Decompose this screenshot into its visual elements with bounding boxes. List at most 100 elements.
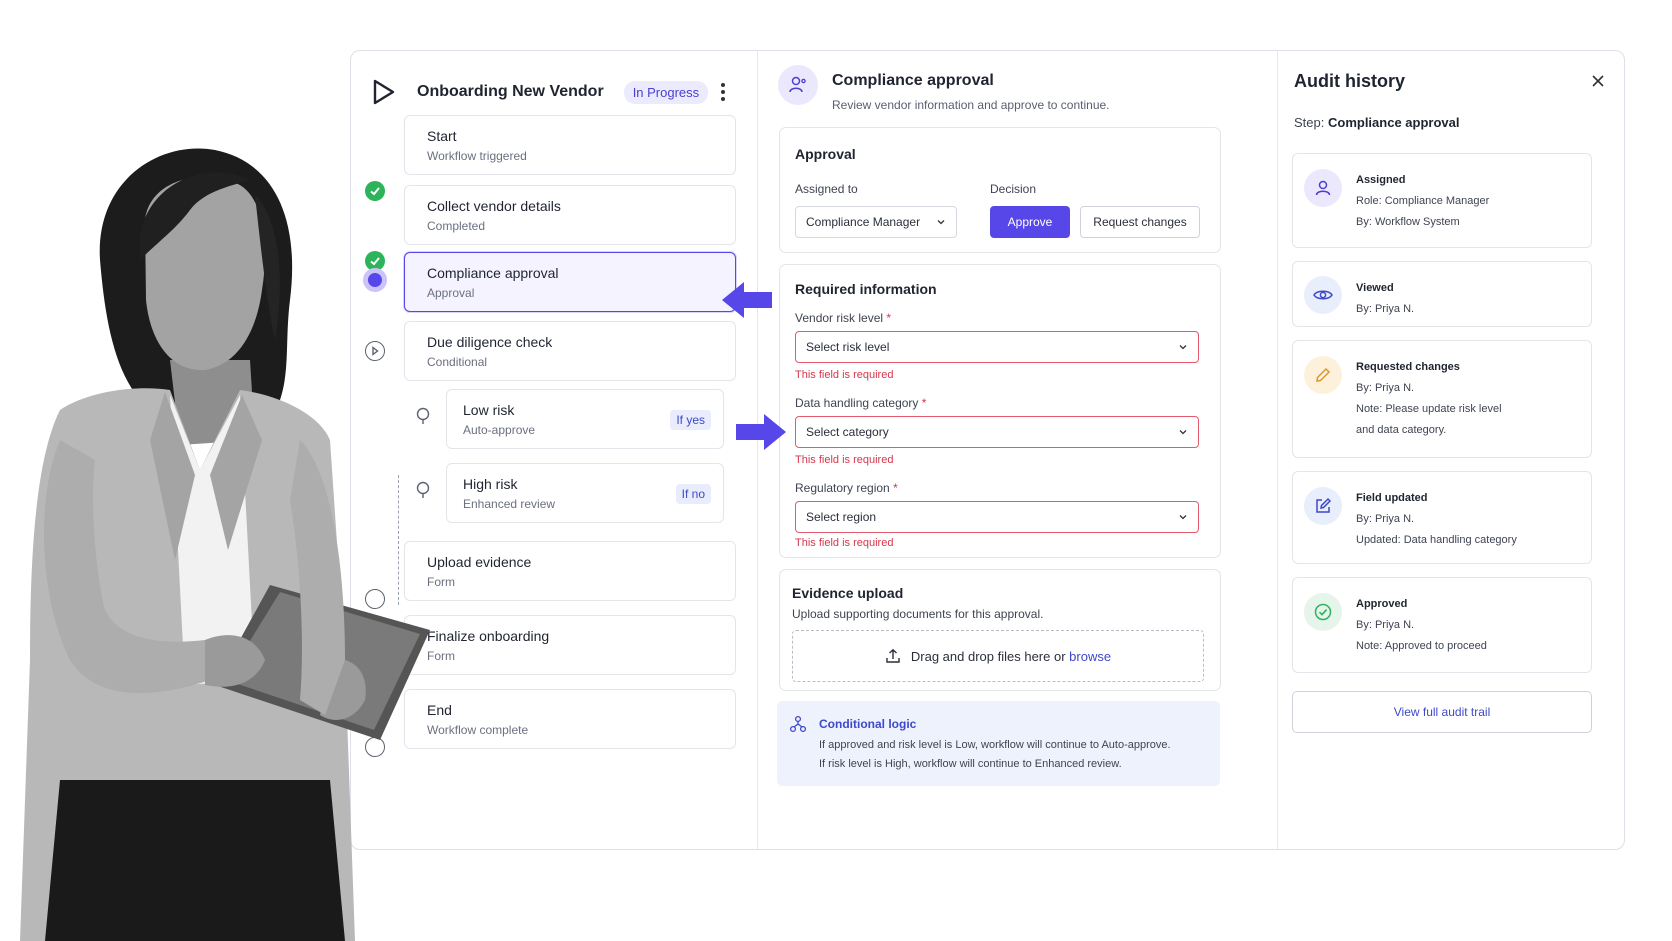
file-dropzone[interactable]: Drag and drop files here or browse	[792, 630, 1204, 682]
event-title: Approved	[1356, 598, 1408, 610]
check-circle-icon	[1304, 593, 1342, 631]
logic-title: Conditional logic	[819, 717, 917, 731]
event-line: Note: Please update risk level	[1356, 403, 1502, 415]
field-label-text: Data handling category	[795, 396, 919, 410]
audit-step-label: Step:	[1294, 115, 1325, 130]
detail-header: Compliance approval Review vendor inform…	[778, 65, 1110, 112]
risk-level-error: This field is required	[795, 369, 894, 381]
audit-event-approved: Approved By: Priya N. Note: Approved to …	[1292, 577, 1592, 673]
required-info-title: Required information	[795, 281, 937, 297]
event-line: By: Priya N.	[1356, 303, 1415, 315]
step-title: Collect vendor details	[427, 198, 561, 214]
step-subtitle: Workflow triggered	[427, 149, 527, 163]
data-category-placeholder: Select category	[806, 425, 889, 439]
data-category-error: This field is required	[795, 454, 894, 466]
step-subtitle: Form	[427, 649, 455, 663]
step-title: Upload evidence	[427, 554, 532, 570]
region-placeholder: Select region	[806, 510, 877, 524]
audit-step-value: Compliance approval	[1327, 115, 1460, 130]
browse-link[interactable]: browse	[1069, 649, 1111, 664]
step-compliance-approval[interactable]: Compliance approval Approval	[404, 252, 736, 312]
evidence-title: Evidence upload	[792, 585, 904, 601]
branch-logic-icon	[789, 715, 807, 733]
arrow-right-icon	[736, 414, 786, 450]
event-line: and data category.	[1356, 424, 1447, 436]
assigned-to-label: Assigned to	[795, 182, 858, 196]
status-badge: In Progress	[623, 80, 709, 104]
chevron-down-icon	[1179, 515, 1187, 520]
view-full-audit-trail-button[interactable]: View full audit trail	[1292, 691, 1592, 733]
approve-button[interactable]: Approve	[990, 206, 1070, 238]
data-category-select[interactable]: Select category	[795, 416, 1199, 448]
step-high-risk[interactable]: High risk Enhanced review If no	[446, 463, 724, 523]
dropzone-text: Drag and drop files here or	[910, 648, 1066, 664]
audit-step: Step: Compliance approval	[1294, 115, 1459, 130]
event-title: Assigned	[1356, 174, 1406, 186]
event-line: Note: Approved to proceed	[1356, 640, 1487, 652]
arrow-left-icon	[722, 282, 772, 318]
step-title: End	[427, 702, 452, 718]
assigned-to-value: Compliance Manager	[806, 215, 921, 229]
step-upload-evidence[interactable]: Upload evidence Form	[404, 541, 736, 601]
user-icon	[1304, 169, 1342, 207]
step-subtitle: Conditional	[427, 355, 488, 369]
if-no-badge: If no	[675, 484, 711, 504]
step-title: Start	[427, 128, 457, 144]
audit-panel: Audit history Step: Compliance approval …	[1278, 51, 1624, 849]
step-low-risk[interactable]: Low risk Auto-approve If yes	[446, 389, 724, 449]
required-asterisk: *	[893, 481, 898, 495]
step-due-diligence-check[interactable]: Due diligence check Conditional	[404, 321, 736, 381]
if-yes-badge: If yes	[670, 410, 711, 430]
field-label-text: Regulatory region	[795, 481, 890, 495]
field-label-text: Vendor risk level	[795, 311, 884, 325]
evidence-upload-card: Evidence upload Upload supporting docume…	[779, 569, 1221, 691]
conditional-logic-box: Conditional logic If approved and risk l…	[777, 701, 1220, 786]
event-title: Viewed	[1356, 282, 1394, 294]
step-subtitle: Workflow complete	[427, 723, 529, 737]
assigned-to-select[interactable]: Compliance Manager	[795, 206, 957, 238]
workflow-title: Onboarding New Vendor	[417, 83, 604, 100]
eye-icon	[1304, 276, 1342, 314]
approver-icon	[778, 65, 818, 105]
workflow-header: Onboarding New Vendor In Progress	[369, 65, 739, 119]
chevron-down-icon	[1179, 345, 1187, 350]
detail-title: Compliance approval	[832, 72, 994, 89]
data-category-label: Data handling category *	[795, 396, 926, 410]
upload-icon	[886, 648, 900, 663]
event-line: Role: Compliance Manager	[1356, 195, 1490, 207]
event-line: By: Priya N.	[1356, 619, 1415, 631]
play-logo-icon	[373, 79, 395, 105]
decision-label: Decision	[990, 182, 1037, 196]
step-subtitle: Form	[427, 575, 455, 589]
step-title: Compliance approval	[427, 265, 559, 281]
logic-line-1: If approved and risk level is Low, workf…	[819, 739, 1171, 751]
audit-event-field-updated: Field updated By: Priya N. Updated: Data…	[1292, 471, 1592, 564]
approval-title: Approval	[795, 146, 856, 162]
step-finalize-onboarding[interactable]: Finalize onboarding Form	[404, 615, 736, 675]
audit-event-viewed: Viewed By: Priya N.	[1292, 261, 1592, 327]
app-window: Onboarding New Vendor In Progress Start …	[350, 50, 1625, 850]
event-line: By: Priya N.	[1356, 513, 1415, 525]
step-start[interactable]: Start Workflow triggered	[404, 115, 736, 175]
required-asterisk: *	[921, 396, 927, 410]
audit-event-requested-changes: Requested changes By: Priya N. Note: Ple…	[1292, 340, 1592, 458]
step-title: Finalize onboarding	[427, 628, 550, 644]
event-line: Updated: Data handling category	[1356, 534, 1517, 546]
region-label: Regulatory region *	[795, 481, 898, 495]
pencil-icon	[1304, 356, 1342, 394]
evidence-subtitle: Upload supporting documents for this app…	[792, 607, 1044, 621]
step-title: Due diligence check	[427, 334, 553, 350]
approval-card: Approval Assigned to Compliance Manager …	[779, 127, 1221, 253]
close-icon[interactable]	[1590, 73, 1606, 89]
risk-level-select[interactable]: Select risk level	[795, 331, 1199, 363]
request-changes-button[interactable]: Request changes	[1080, 206, 1200, 238]
region-select[interactable]: Select region	[795, 501, 1199, 533]
step-end[interactable]: End Workflow complete	[404, 689, 736, 749]
event-line: By: Workflow System	[1356, 216, 1460, 228]
step-subtitle: Completed	[427, 219, 486, 233]
event-line: By: Priya N.	[1356, 382, 1415, 394]
more-options-icon[interactable]	[713, 80, 733, 104]
step-collect-vendor-details[interactable]: Collect vendor details Completed	[404, 185, 736, 245]
region-error: This field is required	[795, 537, 894, 549]
risk-level-placeholder: Select risk level	[806, 340, 890, 354]
